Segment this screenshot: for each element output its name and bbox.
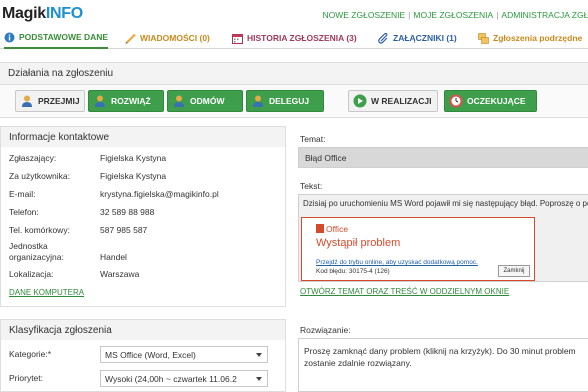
- tab-attachments[interactable]: ZAŁĄCZNIKI (1): [378, 27, 457, 49]
- contact-label: Tel. komórkowy:: [9, 225, 70, 235]
- user-forward-icon: [251, 94, 265, 108]
- top-link-my-tickets[interactable]: MOJE ZGŁOSZENIA: [413, 10, 493, 20]
- tab-label: PODSTAWOWE DANE: [19, 32, 109, 42]
- tab-label: ZAŁĄCZNIKI (1): [393, 33, 457, 43]
- top-links: NOWE ZGŁOSZENIE | MOJE ZGŁOSZENIA | ADMINIST…: [323, 10, 588, 20]
- in-progress-button[interactable]: W REALIZACJI: [348, 90, 438, 112]
- stack-icon: [478, 32, 489, 44]
- take-button[interactable]: PRZEJMIJ: [15, 90, 85, 112]
- chevron-down-icon: [256, 377, 262, 381]
- resolution-text: Proszę zamknąć dany problem (kliknij na …: [304, 346, 576, 368]
- office-error-screenshot: Office Wystąpił problem Przejdź do trybu…: [301, 217, 535, 281]
- office-close-button: Zamknij: [498, 265, 530, 277]
- category-label: Kategorie:*: [9, 349, 52, 359]
- play-icon: [353, 94, 367, 108]
- resolution-label: Rozwiązanie:: [300, 325, 351, 335]
- logo-accent-text: INFO: [45, 5, 83, 22]
- text-label: Tekst:: [300, 181, 323, 191]
- contact-title: Informacje kontaktowe: [9, 131, 110, 143]
- tab-bar: PODSTAWOWE DANE WIADOMOŚCI (0) HISTORIA …: [0, 27, 588, 49]
- tab-label: WIADOMOŚCI (0): [140, 33, 210, 43]
- contact-label: Lokalizacja:: [9, 269, 54, 279]
- info-icon: [4, 32, 15, 43]
- text-content: Dzisiaj po uruchomieniu MS Word pojawił …: [303, 199, 588, 208]
- clock-icon: [449, 94, 463, 108]
- contact-label: Za użytkownika:: [9, 171, 70, 181]
- contact-value-phone: 32 589 88 988: [100, 207, 155, 217]
- contact-value-email: krystyna.figielska@magikinfo.pl: [100, 189, 219, 199]
- user-check-icon: [93, 94, 107, 108]
- delegate-button[interactable]: DELEGUJ: [246, 90, 324, 112]
- contact-label: Telefon:: [9, 207, 39, 217]
- user-icon: [20, 94, 34, 108]
- actions-title: Działania na zgłoszeniu: [8, 68, 114, 79]
- tab-label: HISTORIA ZGŁOSZENIA (3): [247, 33, 357, 43]
- open-in-window-link[interactable]: OTWÓRZ TEMAT ORAZ TREŚĆ W ODDZIELNYM OKN…: [300, 287, 509, 296]
- logo-main-text: Magik: [2, 5, 46, 22]
- user-x-icon: [172, 94, 186, 108]
- reject-button[interactable]: ODMÓW: [167, 90, 243, 112]
- tab-basic-data[interactable]: PODSTAWOWE DANE: [4, 27, 108, 49]
- office-logo-icon: [316, 224, 324, 233]
- pencil-icon: [125, 33, 136, 44]
- office-error-code: Kod błędu: 30175-4 (126): [316, 268, 390, 275]
- contact-value-mobile: 587 985 587: [100, 225, 148, 235]
- tab-subtickets[interactable]: Zgłoszenia podrzędne: [478, 27, 582, 49]
- priority-label: Priorytet:: [9, 373, 44, 383]
- top-link-admin-tickets[interactable]: ADMINISTRACJA ZGŁE: [501, 10, 588, 20]
- office-error-title: Wystąpił problem: [316, 237, 401, 249]
- actions-header: Działania na zgłoszeniu: [0, 62, 588, 85]
- contact-value-on-behalf: Figielska Kystyna: [100, 171, 167, 181]
- chevron-down-icon: [256, 353, 262, 357]
- office-help-link: Przejdź do trybu online, aby uzyskać dod…: [316, 259, 478, 266]
- contact-value-location: Warszawa: [100, 269, 140, 279]
- tab-messages[interactable]: WIADOMOŚCI (0): [125, 27, 210, 49]
- tab-label: Zgłoszenia podrzędne: [493, 33, 583, 43]
- subject-label: Temat:: [300, 134, 326, 144]
- top-bar: MagikINFO NOWE ZGŁOSZENIE | MOJE ZGŁOSZENI…: [0, 0, 588, 28]
- office-brand: Office: [316, 224, 348, 234]
- contact-header: Informacje kontaktowe: [0, 126, 286, 148]
- resolve-button[interactable]: ROZWIĄŻ: [88, 90, 164, 112]
- contact-value-reporter: Figielska Kystyna: [100, 153, 167, 163]
- contact-label: E-mail:: [9, 189, 36, 199]
- top-link-new-ticket[interactable]: NOWE ZGŁOSZENIE: [323, 10, 406, 20]
- subject-field[interactable]: Błąd Office: [298, 147, 588, 168]
- classification-title: Klasyfikacja zgłoszenia: [9, 324, 112, 336]
- calendar-icon: [232, 33, 243, 44]
- waiting-button[interactable]: OCZEKUJĄCE: [444, 90, 537, 112]
- contact-label: Zgłaszający:: [9, 153, 57, 163]
- tab-history[interactable]: HISTORIA ZGŁOSZENIA (3): [232, 27, 357, 49]
- contact-value-unit: Handel: [100, 252, 127, 262]
- app-logo[interactable]: MagikINFO: [2, 5, 83, 23]
- computer-data-link[interactable]: DANE KOMPUTERA: [9, 288, 84, 297]
- category-select[interactable]: MS Office (Word, Excel): [100, 346, 268, 363]
- priority-select[interactable]: Wysoki (24,00h ~ czwartek 11.06.2: [100, 370, 268, 387]
- paperclip-icon: [378, 32, 389, 44]
- classification-header: Klasyfikacja zgłoszenia: [0, 319, 286, 341]
- contact-label: Jednostka organizacyjna:: [9, 241, 64, 262]
